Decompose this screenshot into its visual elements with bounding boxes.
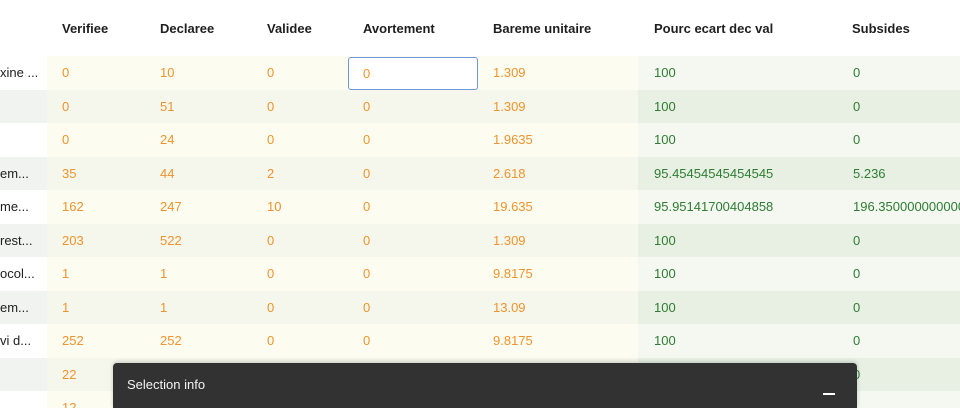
cell-avortement[interactable]: 0 <box>347 290 480 324</box>
table-row[interactable]: xine ...010001.3091000 <box>0 56 960 90</box>
cell-verifiee[interactable]: 0 <box>47 89 147 123</box>
header-pourc-ecart[interactable]: Pourc ecart dec val <box>654 0 834 56</box>
cell-validee[interactable]: 10 <box>247 190 347 224</box>
cell-pourc[interactable]: 100 <box>638 89 838 123</box>
minimize-icon[interactable] <box>823 377 837 395</box>
cell-validee[interactable]: 0 <box>247 223 347 257</box>
cell-validee[interactable]: 2 <box>247 156 347 190</box>
cell-pourc[interactable]: 100 <box>638 257 838 291</box>
cell-bareme[interactable]: 13.09 <box>480 290 638 324</box>
cell-bareme[interactable]: 1.309 <box>480 89 638 123</box>
cell-bareme[interactable]: 9.8175 <box>480 324 638 358</box>
table-row[interactable]: 0 24 0 0 1.9635 100 0 <box>0 123 960 157</box>
header-subsides[interactable]: Subsides <box>852 0 960 56</box>
table-row[interactable]: em... 35 44 2 0 2.618 95.45454545454545 5.236 <box>0 156 960 190</box>
cell-verifiee[interactable]: 203 <box>47 223 147 257</box>
cell-name[interactable]: vi d... <box>0 324 47 358</box>
cell-subsides[interactable]: 196.350000000000 <box>838 190 960 224</box>
cell-avortement[interactable]: 0 <box>347 156 480 190</box>
cell-bareme[interactable]: 19.635 <box>480 190 638 224</box>
cell-avortement[interactable]: 0 <box>347 190 480 224</box>
cell-bareme[interactable]: 1.9635 <box>480 123 638 157</box>
cell-avortement[interactable]: 0 <box>347 257 480 291</box>
cell-avortement[interactable]: 0 <box>347 223 480 257</box>
table-row[interactable]: ocol... 1 1 0 0 9.8175 100 0 <box>0 257 960 291</box>
cell-bareme[interactable]: 9.8175 <box>480 257 638 291</box>
cell-subsides[interactable]: 0 <box>838 257 960 291</box>
table-row[interactable]: rest... 203 522 0 0 1.309 100 0 <box>0 223 960 257</box>
cell-verifiee[interactable]: 162 <box>47 190 147 224</box>
cell-verifiee[interactable]: 0 <box>47 123 147 157</box>
cell-declaree[interactable]: 252 <box>147 324 247 358</box>
cell-pourc[interactable]: 100 <box>638 324 838 358</box>
cell-name[interactable]: xine ... <box>0 56 47 90</box>
cell-name[interactable]: ocol... <box>0 257 47 291</box>
cell-pourc[interactable]: 100 <box>638 290 838 324</box>
cell-subsides[interactable]: 0 <box>838 89 960 123</box>
cell-subsides[interactable]: 0 <box>838 290 960 324</box>
cell-avortement[interactable]: 0 <box>347 123 480 157</box>
cell-name[interactable] <box>0 123 47 157</box>
cell-name[interactable]: me... <box>0 190 47 224</box>
cell-name[interactable] <box>0 357 47 391</box>
cell-verifiee[interactable]: 0 <box>47 56 147 90</box>
cell-declaree[interactable]: 522 <box>147 223 247 257</box>
cell-declaree[interactable]: 1 <box>147 290 247 324</box>
cell-avortement[interactable]: 0 <box>347 89 480 123</box>
cell-verifiee[interactable]: 35 <box>47 156 147 190</box>
cell-declaree[interactable]: 10 <box>147 56 247 90</box>
grid-header: Verifiee Declaree Validee Avortement Bar… <box>0 0 960 57</box>
cell-pourc[interactable]: 95.95141700404858 <box>638 190 838 224</box>
cell-name[interactable]: em... <box>0 290 47 324</box>
cell-subsides[interactable]: 5.236 <box>838 156 960 190</box>
table-row[interactable]: vi d... 252 252 0 0 9.8175 100 0 <box>0 324 960 358</box>
table-row[interactable]: 0 51 0 0 1.309 100 0 <box>0 89 960 123</box>
cell-bareme[interactable]: 2.618 <box>480 156 638 190</box>
cell-pourc[interactable]: 100 <box>638 56 838 90</box>
cell-validee[interactable]: 0 <box>247 324 347 358</box>
cell-pourc[interactable]: 100 <box>638 123 838 157</box>
focused-cell-value: 0 <box>363 66 371 81</box>
cell-avortement[interactable]: 0 <box>347 324 480 358</box>
focused-cell-avortement[interactable]: 0 <box>348 57 478 90</box>
selection-info-title: Selection info <box>127 377 206 392</box>
cell-validee[interactable]: 0 <box>247 89 347 123</box>
cell-subsides[interactable]: 0 <box>838 123 960 157</box>
cell-subsides[interactable]: 0 <box>838 223 960 257</box>
cell-declaree[interactable]: 1 <box>147 257 247 291</box>
cell-verifiee[interactable]: 1 <box>47 257 147 291</box>
cell-validee[interactable]: 0 <box>247 290 347 324</box>
cell-validee[interactable]: 0 <box>247 123 347 157</box>
cell-bareme[interactable]: 1.309 <box>480 223 638 257</box>
data-grid: Verifiee Declaree Validee Avortement Bar… <box>0 0 960 408</box>
cell-name[interactable] <box>0 89 47 123</box>
cell-name[interactable]: rest... <box>0 223 47 257</box>
cell-subsides[interactable]: 0 <box>838 324 960 358</box>
header-declaree[interactable]: Declaree <box>160 0 260 56</box>
table-row[interactable]: em... 1 1 0 0 13.09 100 0 <box>0 290 960 324</box>
cell-declaree[interactable]: 247 <box>147 190 247 224</box>
cell-subsides[interactable]: 0 <box>838 56 960 90</box>
header-validee[interactable]: Validee <box>267 0 347 56</box>
header-bareme-unitaire[interactable]: Bareme unitaire <box>493 0 633 56</box>
cell-pourc[interactable]: 100 <box>638 223 838 257</box>
cell-validee[interactable]: 0 <box>247 56 347 90</box>
cell-pourc[interactable]: 95.45454545454545 <box>638 156 838 190</box>
cell-verifiee[interactable]: 1 <box>47 290 147 324</box>
selection-info-panel: Selection info <box>113 363 857 408</box>
header-avortement[interactable]: Avortement <box>363 0 483 56</box>
cell-bareme[interactable]: 1.309 <box>480 56 638 90</box>
table-row[interactable]: me... 162 247 10 0 19.635 95.95141700404858 196… <box>0 190 960 224</box>
header-verifiee[interactable]: Verifiee <box>62 0 152 56</box>
cell-name[interactable]: em... <box>0 156 47 190</box>
cell-declaree[interactable]: 51 <box>147 89 247 123</box>
cell-declaree[interactable]: 24 <box>147 123 247 157</box>
cell-declaree[interactable]: 44 <box>147 156 247 190</box>
cell-validee[interactable]: 0 <box>247 257 347 291</box>
cell-verifiee[interactable]: 252 <box>47 324 147 358</box>
cell-name[interactable] <box>0 391 47 408</box>
